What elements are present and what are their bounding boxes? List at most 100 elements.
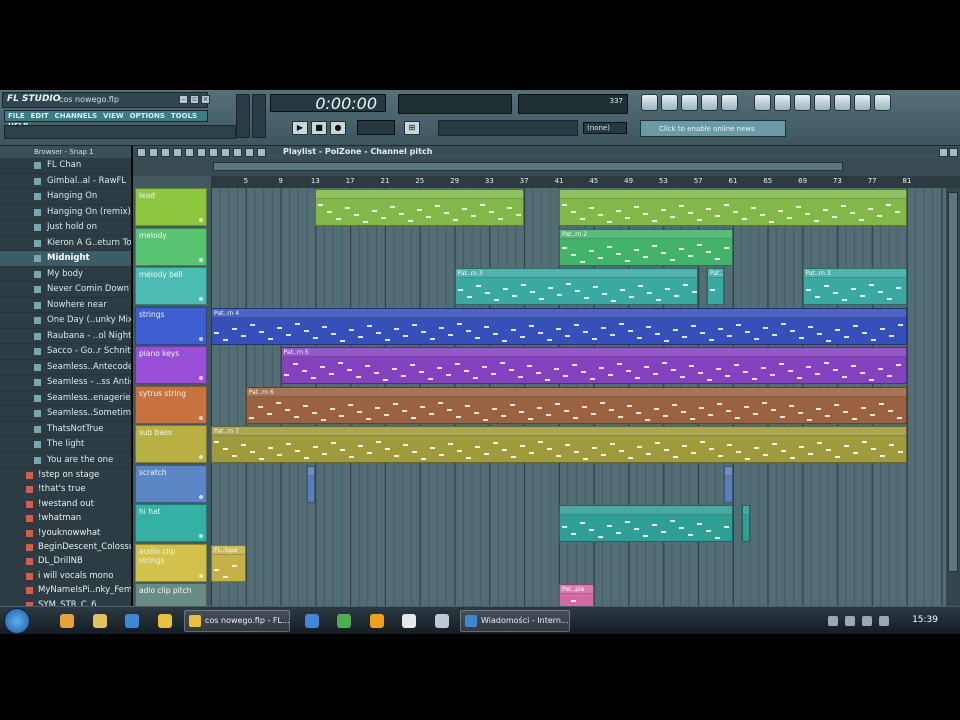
browser-item[interactable]: Gimbal..al - RawFL xyxy=(0,174,131,189)
hscroll-thumb[interactable] xyxy=(213,162,843,171)
menu-edit[interactable]: EDIT xyxy=(28,111,52,121)
pencil-tool-icon[interactable] xyxy=(137,148,146,157)
track-led-icon[interactable] xyxy=(199,218,203,222)
ie-icon[interactable] xyxy=(305,614,319,628)
track-label[interactable]: piano keys xyxy=(135,346,207,384)
master-pitch-slider[interactable] xyxy=(252,94,266,138)
sample-item[interactable]: BeginDescent_Colossus xyxy=(0,540,131,554)
master-volume-slider[interactable] xyxy=(236,94,250,138)
close-icon[interactable] xyxy=(949,148,958,157)
browser-item[interactable]: Seamless - ..ss Antics xyxy=(0,375,131,391)
browser-item[interactable]: Seamless..Antecoder xyxy=(0,360,131,375)
settings-icon[interactable] xyxy=(834,94,851,111)
record-button[interactable]: ● xyxy=(330,121,346,135)
menu-view[interactable]: VIEW xyxy=(100,111,127,121)
menu-options[interactable]: OPTIONS xyxy=(127,111,168,121)
pattern-clip[interactable]: Pat..rn 4 xyxy=(211,307,907,345)
online-news-panel[interactable]: Click to enable online news xyxy=(640,120,786,137)
tray-network-icon[interactable] xyxy=(845,616,855,626)
playlist-vscroll[interactable] xyxy=(946,188,960,612)
tempo-display[interactable] xyxy=(357,120,395,135)
track-led-icon[interactable] xyxy=(199,455,203,459)
vscroll-thumb[interactable] xyxy=(948,192,958,572)
browser-item[interactable]: Kieron A G..eturn To xyxy=(0,236,131,251)
mute-tool-icon[interactable] xyxy=(173,148,182,157)
track-led-icon[interactable] xyxy=(199,494,203,499)
playlist-hscroll[interactable] xyxy=(133,159,960,176)
brush-tool-icon[interactable] xyxy=(149,148,158,157)
mixer-icon[interactable] xyxy=(721,94,738,111)
tray-flag-icon[interactable] xyxy=(828,616,838,626)
pattern-clip[interactable]: Pat..rn 6 xyxy=(245,386,907,424)
browser-item[interactable]: Hanging On (remix) xyxy=(0,205,131,220)
snap-magnet-icon[interactable] xyxy=(233,148,242,157)
track-label[interactable]: melody xyxy=(135,227,207,266)
pattern-clip[interactable] xyxy=(559,189,907,226)
browser-item[interactable]: Hanging On xyxy=(0,189,131,205)
document-icon[interactable] xyxy=(402,614,416,628)
sample-item[interactable]: !that's true xyxy=(0,482,131,496)
browser-item[interactable]: Nowhere near xyxy=(0,298,131,313)
sample-item[interactable]: !youknowwhat xyxy=(0,526,131,540)
browser-item[interactable]: Just hold on xyxy=(0,220,131,236)
pattern-clip[interactable] xyxy=(724,465,733,503)
pattern-clip[interactable]: FL..lope xyxy=(211,544,246,582)
browser-item[interactable]: Midnight xyxy=(0,251,131,267)
pattern-clip[interactable] xyxy=(741,505,751,542)
track-label[interactable]: scratch xyxy=(135,464,207,503)
help-icon[interactable] xyxy=(874,94,891,111)
track-label[interactable]: lead xyxy=(135,188,207,226)
timeline-ruler[interactable]: 5 9 13 17 21 25 29 33 37 41 45 49 53 57 61 65 69 73 77 81 xyxy=(211,176,960,188)
track-label[interactable]: melody bell xyxy=(135,267,207,305)
recording-options[interactable] xyxy=(438,120,578,136)
play-button[interactable]: ▶ xyxy=(292,121,308,135)
pattern-clip[interactable]: Pat..rn 7 xyxy=(211,426,907,463)
start-button[interactable] xyxy=(4,608,30,634)
info-icon[interactable] xyxy=(854,94,871,111)
browser-item[interactable]: The light xyxy=(0,437,131,453)
tray-power-icon[interactable] xyxy=(879,616,889,626)
media-player-icon[interactable] xyxy=(60,614,74,628)
pattern-clip[interactable]: Pat..rn 3 xyxy=(454,268,699,305)
sample-item[interactable]: !westand out xyxy=(0,497,131,511)
tools-icon[interactable] xyxy=(814,94,831,111)
pattern-clip[interactable]: Pat..rn 3 xyxy=(802,268,907,305)
playlist-grid[interactable]: Pat..rn 2 Pat..rn 3 Pat..rn 3 Pat..rn 3 Pat.… xyxy=(211,188,946,621)
zoom-tool-icon[interactable] xyxy=(209,148,218,157)
folder-icon[interactable] xyxy=(93,614,107,628)
browser-item[interactable]: Sacco - Go..r Schnitt xyxy=(0,344,131,360)
playlist-icon[interactable] xyxy=(641,94,658,111)
menu-tools[interactable]: TOOLS xyxy=(168,111,200,121)
menu-file[interactable]: FILE xyxy=(5,111,28,121)
sample-item[interactable]: MyNameIsPi..nky_Female xyxy=(0,583,131,597)
pattern-clip[interactable] xyxy=(306,465,316,503)
chrome-icon[interactable] xyxy=(337,614,351,628)
piano-roll-icon[interactable] xyxy=(681,94,698,111)
task-fl-studio[interactable]: cos nowego.flp - FL... xyxy=(184,610,290,632)
delete-tool-icon[interactable] xyxy=(161,148,170,157)
browser-item[interactable]: Seamless..enagerie xyxy=(0,391,131,406)
chevron-left-icon[interactable] xyxy=(257,148,266,157)
arrow-tool-icon[interactable] xyxy=(245,148,254,157)
browser-icon[interactable] xyxy=(701,94,718,111)
sample-item[interactable]: i will vocals mono xyxy=(0,569,131,583)
maximize-icon[interactable] xyxy=(939,148,948,157)
playback-tool-icon[interactable] xyxy=(221,148,230,157)
pattern-clip[interactable] xyxy=(315,189,525,226)
menu-channels[interactable]: CHANNELS xyxy=(52,111,100,121)
task-browser[interactable]: Wiadomości - Intern... xyxy=(460,610,570,632)
step-sequencer-icon[interactable] xyxy=(661,94,678,111)
snap-button[interactable]: ⊞ xyxy=(404,121,420,135)
select-tool-icon[interactable] xyxy=(197,148,206,157)
browser-item[interactable]: One Day (..unky Mix) xyxy=(0,313,131,329)
track-label[interactable]: strings xyxy=(135,306,207,345)
track-label[interactable]: hi hat xyxy=(135,504,207,542)
browser-item[interactable]: Raubana - ..ol Nights xyxy=(0,329,131,344)
track-label[interactable]: sub bass xyxy=(135,425,207,463)
maximize-icon[interactable]: ▫ xyxy=(190,95,199,104)
browser-item[interactable]: My body xyxy=(0,267,131,282)
render-icon[interactable] xyxy=(774,94,791,111)
track-led-icon[interactable] xyxy=(199,297,203,301)
pattern-clip[interactable]: Pat..rn 5 xyxy=(280,347,907,384)
browser-item[interactable]: ThatsNotTrue xyxy=(0,422,131,437)
